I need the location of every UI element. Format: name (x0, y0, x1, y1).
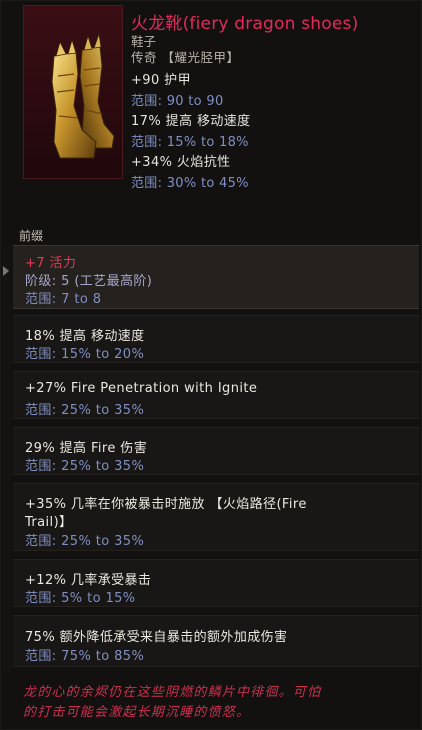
base-stat-armor-range: 范围: 90 to 90 (131, 94, 224, 109)
item-lore: 龙的心的余烬仍在这些阴燃的鳞片中徘徊。可怕 的打击可能会激起长期沉睡的愤怒。 (23, 683, 403, 723)
affix-label-cont: Trail)】 (25, 515, 73, 530)
affix-range: 范围: 25% to 35% (25, 534, 145, 549)
affix-range: 范围: 25% to 35% (25, 459, 145, 474)
affix-range: 范围: 7 to 8 (25, 292, 102, 307)
affix-label: 18% 提高 移动速度 (25, 329, 145, 344)
item-portrait (23, 5, 123, 179)
affix-label: +7 活力 (25, 256, 77, 271)
item-tooltip: 火龙靴(fiery dragon shoes) 鞋子 传奇 【耀光胫甲】 +90… (0, 0, 422, 730)
affix-label: +12% 几率承受暴击 (25, 573, 152, 588)
lore-line: 的打击可能会激起长期沉睡的愤怒。 (23, 705, 251, 720)
affix-label: +35% 几率在你被暴击时施放 【火焰路径(Fire (25, 497, 307, 512)
affix-tier: 阶级: 5 (工艺最高阶) (25, 274, 153, 289)
base-stat-movespeed-range: 范围: 15% to 18% (131, 135, 249, 150)
base-stat-movespeed: 17% 提高 移动速度 (131, 114, 251, 129)
affix-range: 范围: 5% to 15% (25, 591, 136, 606)
item-title: 火龙靴(fiery dragon shoes) (131, 14, 359, 34)
affix-item-vitality[interactable]: +7 活力 阶级: 5 (工艺最高阶) 范围: 7 to 8 (13, 245, 419, 309)
affix-range: 范围: 25% to 35% (25, 403, 145, 418)
base-stat-fire-res-range: 范围: 30% to 45% (131, 176, 249, 191)
base-stat-fire-res: +34% 火焰抗性 (131, 155, 231, 170)
lore-line: 龙的心的余烬仍在这些阴燃的鳞片中徘徊。可怕 (23, 685, 322, 700)
item-rarity: 传奇 【耀光胫甲】 (131, 50, 240, 65)
affix-item-fire-trail[interactable]: +35% 几率在你被暴击时施放 【火焰路径(Fire Trail)】 范围: 2… (13, 483, 419, 551)
base-stat-armor: +90 护甲 (131, 73, 191, 88)
affix-scroll-track (1, 245, 11, 675)
affix-label: +27% Fire Penetration with Ignite (25, 381, 258, 396)
affix-label: 75% 额外降低承受来自暴击的额外加成伤害 (25, 630, 288, 645)
affix-label: 29% 提高 Fire 伤害 (25, 441, 148, 456)
affix-item-crit-damage-reduction[interactable]: 75% 额外降低承受来自暴击的额外加成伤害 范围: 75% to 85% (13, 615, 419, 667)
affix-range: 范围: 15% to 20% (25, 347, 145, 362)
item-header: 火龙靴(fiery dragon shoes) 鞋子 传奇 【耀光胫甲】 +90… (1, 1, 421, 211)
affix-section-title: 前缀 (19, 229, 44, 243)
affix-item-crit-taken-chance[interactable]: +12% 几率承受暴击 范围: 5% to 15% (13, 559, 419, 607)
affix-item-fire-penetration[interactable]: +27% Fire Penetration with Ignite 范围: 25… (13, 371, 419, 419)
affix-item-movespeed[interactable]: 18% 提高 移动速度 范围: 15% to 20% (13, 315, 419, 363)
selected-affix-pointer-icon (3, 266, 9, 276)
affix-range: 范围: 75% to 85% (25, 649, 145, 664)
affix-item-fire-damage[interactable]: 29% 提高 Fire 伤害 范围: 25% to 35% (13, 427, 419, 475)
golden-boots-icon (51, 33, 115, 159)
